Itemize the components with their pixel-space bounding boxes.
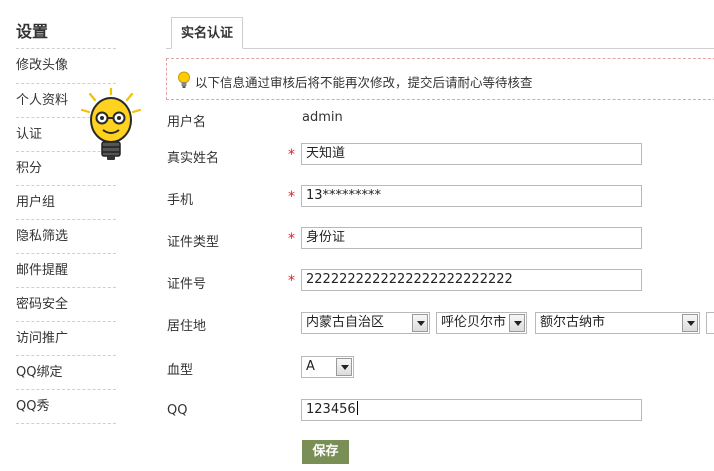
phone-label: 手机: [167, 193, 194, 208]
idnumber-label: 证件号: [167, 277, 207, 292]
required-mark: *: [288, 273, 295, 289]
idnumber-input[interactable]: 2222222222222222222222222: [301, 269, 642, 291]
required-mark: *: [288, 147, 295, 163]
realname-value: 天知道: [306, 146, 346, 161]
province-value: 内蒙古自治区: [306, 315, 385, 330]
qq-value: 123456: [306, 402, 356, 417]
idtype-value: 身份证: [306, 230, 346, 245]
required-mark: *: [288, 231, 295, 247]
sidebar-item-privacy[interactable]: 隐私筛选: [16, 219, 116, 253]
sidebar-item-label: 隐私筛选: [16, 229, 69, 244]
sidebar-item-label: 积分: [16, 161, 43, 176]
street-select[interactable]: [706, 312, 714, 334]
lightbulb-mascot-icon: [80, 88, 142, 160]
sidebar-item-usergroup[interactable]: 用户组: [16, 185, 116, 219]
qq-input[interactable]: 123456: [301, 399, 642, 421]
sidebar-item-label: QQ绑定: [16, 365, 63, 380]
sidebar-item-label: 用户组: [16, 195, 56, 210]
sidebar-item-label: 邮件提醒: [16, 263, 69, 278]
sidebar-item-promotion[interactable]: 访问推广: [16, 321, 116, 355]
save-button[interactable]: 保存: [302, 440, 349, 464]
qq-label: QQ: [167, 403, 188, 418]
chevron-down-icon: [412, 314, 428, 332]
city-value: 呼伦贝尔市: [441, 315, 507, 330]
province-select[interactable]: 内蒙古自治区: [301, 312, 430, 334]
required-mark: *: [288, 189, 295, 205]
notice-box: 以下信息通过审核后将不能再次修改，提交后请耐心等待核查: [166, 58, 714, 100]
sidebar-item-label: 密码安全: [16, 297, 69, 312]
city-select[interactable]: 呼伦贝尔市: [436, 312, 527, 334]
bloodtype-label: 血型: [167, 363, 194, 378]
text-caret: [356, 401, 358, 415]
sidebar-item-qq-show[interactable]: QQ秀: [16, 389, 116, 423]
chevron-down-icon: [509, 314, 525, 332]
sidebar-item-password[interactable]: 密码安全: [16, 287, 116, 321]
idtype-label: 证件类型: [167, 235, 220, 250]
notice-text: 以下信息通过审核后将不能再次修改，提交后请耐心等待核查: [195, 75, 533, 90]
bloodtype-select[interactable]: A: [301, 356, 354, 378]
sidebar-item-label: 认证: [16, 127, 43, 142]
sidebar-item-label: QQ秀: [16, 399, 50, 414]
chevron-down-icon: [336, 358, 352, 376]
idtype-input[interactable]: 身份证: [301, 227, 642, 249]
realname-label: 真实姓名: [167, 151, 220, 166]
phone-input[interactable]: 13*********: [301, 185, 642, 207]
username-value: admin: [302, 110, 343, 125]
sidebar-item-label: 访问推广: [16, 331, 69, 346]
username-label: 用户名: [167, 115, 207, 130]
idnumber-value: 2222222222222222222222222: [306, 272, 513, 287]
sidebar-item-email[interactable]: 邮件提醒: [16, 253, 116, 287]
sidebar-divider: [16, 423, 116, 425]
sidebar-item-label: 个人资料: [16, 93, 69, 108]
residence-label: 居住地: [167, 319, 207, 334]
sidebar-item-label: 修改头像: [16, 58, 69, 73]
sidebar-title: 设置: [16, 22, 49, 41]
settings-sidebar: 设置 修改头像 个人资料 认证 积分 用户组 隐私筛选 邮件提醒 密码安全 访问…: [0, 0, 142, 471]
sidebar-item-avatar[interactable]: 修改头像: [16, 48, 116, 82]
phone-value: 13*********: [306, 188, 382, 203]
lightbulb-icon: [178, 71, 190, 88]
sidebar-item-qq-bind[interactable]: QQ绑定: [16, 355, 116, 389]
bloodtype-value: A: [306, 359, 315, 374]
chevron-down-icon: [682, 314, 698, 332]
district-value: 额尔古纳市: [540, 315, 606, 330]
district-select[interactable]: 额尔古纳市: [535, 312, 700, 334]
realname-input[interactable]: 天知道: [301, 143, 642, 165]
tab-underline: [166, 48, 714, 49]
tab-real-name-verification[interactable]: 实名认证: [171, 17, 243, 49]
